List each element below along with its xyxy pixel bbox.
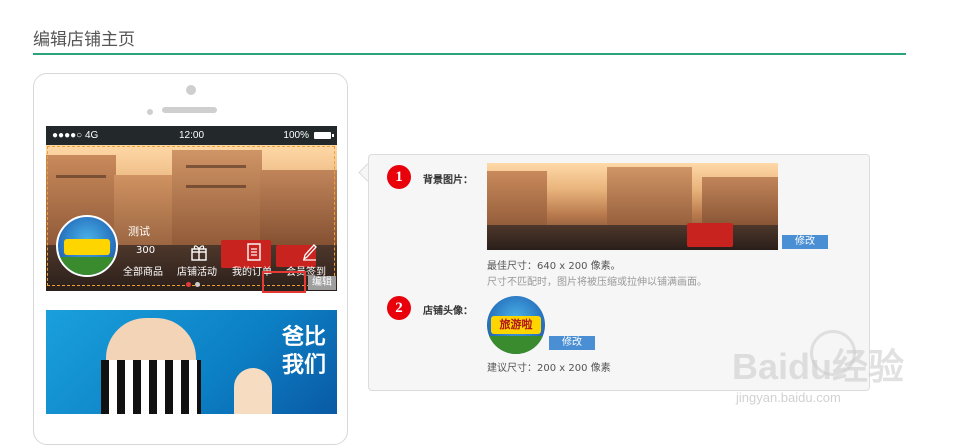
- phone-speaker: [162, 107, 217, 113]
- battery-icon: [314, 132, 334, 139]
- background-image-preview: [487, 163, 778, 250]
- background-mismatch-hint: 尺寸不匹配时，图片将被压缩或拉伸以铺满画面。: [487, 277, 707, 288]
- avatar-suggested-size: 建议尺寸：200 x 200 像素: [487, 363, 611, 374]
- avatar-preview-sign: 旅游啦: [491, 316, 541, 334]
- thumb-bus: [687, 223, 733, 247]
- step-badge-2: 2: [387, 296, 411, 320]
- background-best-size: 最佳尺寸：640 x 200 像素。: [487, 261, 621, 272]
- phone-camera: [186, 85, 196, 95]
- banner-edit-outline: [47, 146, 335, 286]
- edit-banner-button[interactable]: 编辑: [308, 276, 336, 290]
- battery-percent: 100%: [283, 130, 309, 141]
- thumb-street: [487, 225, 778, 250]
- avatar-preview-grass: [487, 336, 545, 354]
- carousel-dot-active[interactable]: [186, 282, 191, 287]
- baidu-watermark: Baidu经验: [732, 346, 905, 387]
- carousel-dot[interactable]: [195, 282, 200, 287]
- ad-figure-shirt: [101, 360, 201, 414]
- phone-sensor: [147, 109, 153, 115]
- modify-background-button[interactable]: 修改: [782, 235, 828, 249]
- baidu-watermark-url: jingyan.baidu.com: [736, 390, 841, 405]
- ad-figure-kid: [234, 368, 272, 414]
- shop-avatar-label: 店铺头像：: [423, 306, 473, 317]
- step-badge-1: 1: [387, 165, 411, 189]
- modify-avatar-button[interactable]: 修改: [549, 336, 595, 350]
- page-title: 编辑店铺主页: [33, 30, 135, 50]
- avatar-preview: 旅游啦: [487, 296, 545, 354]
- background-image-label: 背景图片：: [423, 175, 473, 186]
- title-divider: [33, 53, 906, 55]
- edit-button-highlight: [262, 271, 306, 293]
- status-bar: ●●●●○ 4G 12:00 100%: [46, 126, 337, 145]
- phone-preview: ●●●●○ 4G 12:00 100% 测试 300 全部商品 店铺活动 我的订…: [33, 73, 348, 445]
- ad-banner-image[interactable]: 爸比我们: [46, 310, 337, 414]
- ad-text: 爸比我们: [282, 325, 327, 378]
- phone-screen: ●●●●○ 4G 12:00 100% 测试 300 全部商品 店铺活动 我的订…: [46, 126, 337, 414]
